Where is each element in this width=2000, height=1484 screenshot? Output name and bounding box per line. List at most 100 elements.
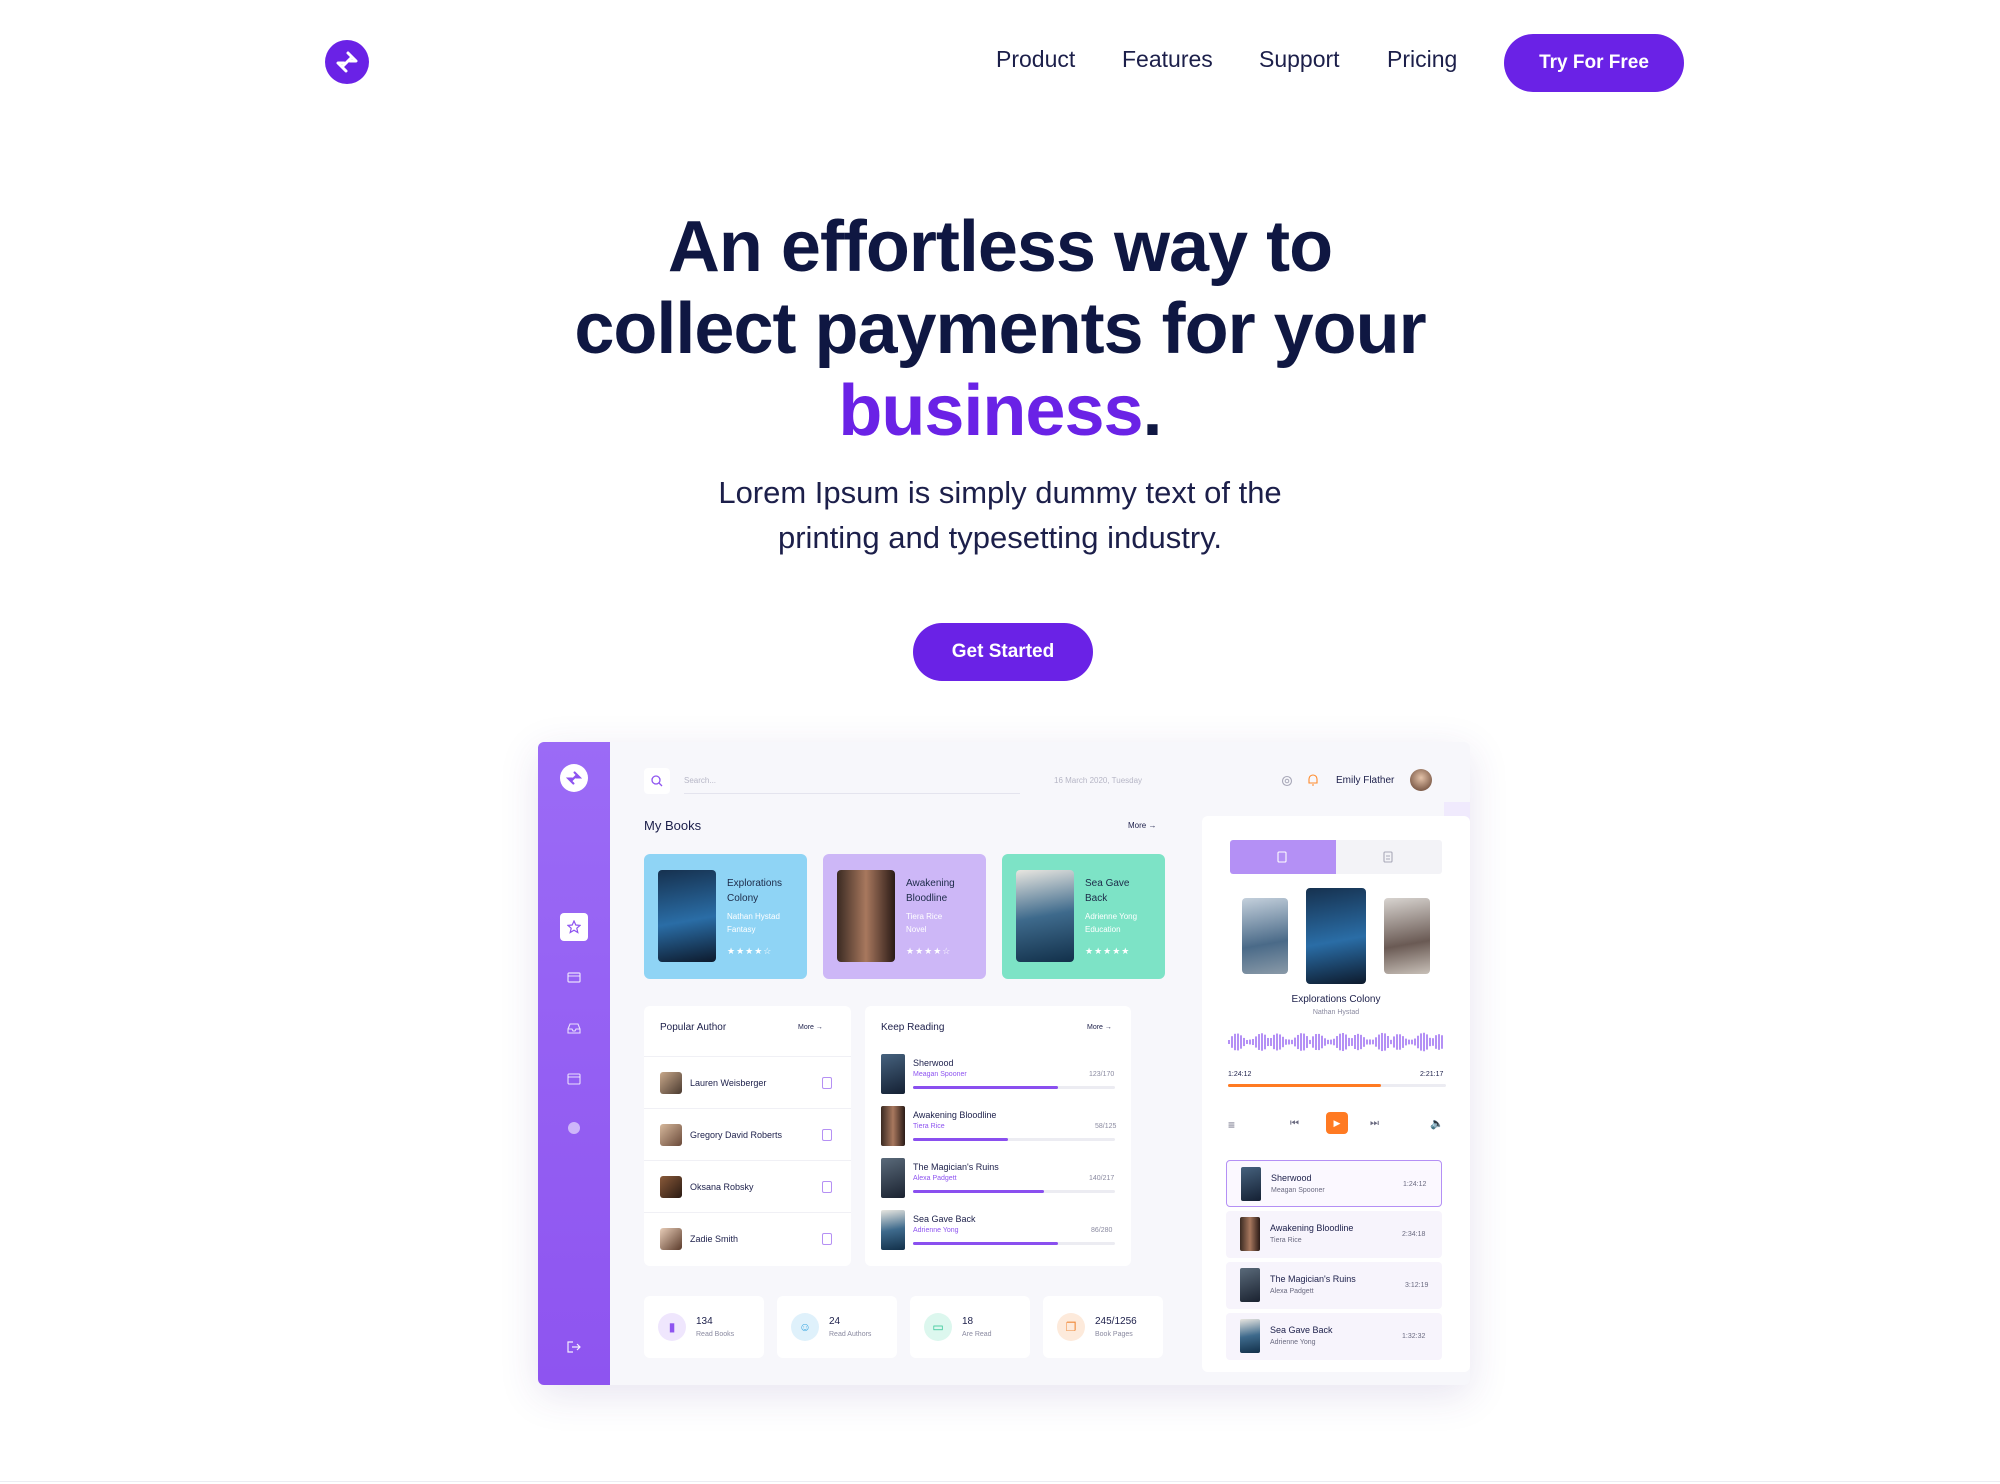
reading-title: Sherwood: [913, 1058, 954, 1068]
tab-text[interactable]: [1336, 840, 1442, 874]
copy-icon[interactable]: [822, 1129, 832, 1141]
queue-thumbnail: [1241, 1167, 1261, 1201]
book-author: Tiera Rice: [906, 912, 943, 921]
reading-author: Adrienne Yong: [913, 1227, 959, 1234]
list-item[interactable]: Lauren Weisberger: [644, 1056, 851, 1108]
logout-icon[interactable]: [560, 1333, 588, 1361]
more-label: More: [1087, 1024, 1103, 1031]
reading-author: Tiera Rice: [913, 1123, 945, 1130]
author-name: Lauren Weisberger: [690, 1078, 767, 1088]
now-playing-author: Nathan Hystad: [1312, 1009, 1360, 1016]
audio-waveform: [1228, 1032, 1443, 1052]
queue-author: Tiera Rice: [1270, 1237, 1302, 1244]
player-panel: Explorations Colony Nathan Hystad 1:24:1…: [1202, 816, 1470, 1372]
total-time: 2:21:17: [1420, 1071, 1444, 1078]
menu-icon[interactable]: ≡: [1228, 1118, 1235, 1132]
stat-value: 134: [696, 1316, 713, 1327]
star-icon[interactable]: [560, 913, 588, 941]
queue-item[interactable]: Sherwood Meagan Spooner 1:24:12: [1226, 1160, 1442, 1207]
reading-title: Awakening Bloodline: [913, 1110, 997, 1120]
circle-icon[interactable]: [560, 1114, 588, 1142]
author-avatar: [660, 1176, 682, 1198]
forward-icon[interactable]: ⏭: [1370, 1118, 1379, 1129]
reading-title: The Magician's Ruins: [913, 1162, 999, 1172]
stat-label: Are Read: [962, 1331, 992, 1338]
queue-item[interactable]: Sea Gave Back Adrienne Yong 1:32:32: [1226, 1313, 1442, 1360]
tab-audio[interactable]: [1230, 840, 1336, 874]
stat-label: Book Pages: [1095, 1331, 1133, 1338]
try-for-free-button[interactable]: Try For Free: [1504, 34, 1684, 92]
nav-product[interactable]: Product: [996, 46, 1075, 73]
more-label: More: [1128, 821, 1147, 830]
calendar-icon[interactable]: [560, 1064, 588, 1092]
bell-icon[interactable]: [1306, 773, 1320, 787]
avatar[interactable]: [1410, 769, 1432, 791]
book-card[interactable]: Awakening Bloodline Tiera Rice Novel ★★★…: [823, 854, 986, 979]
hero-headline-line1: An effortless way to: [667, 207, 1333, 287]
more-link[interactable]: More →: [1087, 1024, 1112, 1031]
search-icon[interactable]: [644, 768, 670, 794]
user-name[interactable]: Emily Flather: [1336, 775, 1394, 786]
next-book-cover[interactable]: [1384, 898, 1430, 974]
book-title-line1: Sea Gave: [1085, 878, 1130, 889]
footer-divider: [0, 1481, 2000, 1482]
queue-item[interactable]: The Magician's Ruins Alexa Padgett 3:12:…: [1226, 1262, 1442, 1309]
hero-headline-line3: business.: [0, 370, 2000, 452]
sidebar: [538, 742, 610, 1385]
inbox-icon[interactable]: [560, 1014, 588, 1042]
reading-item[interactable]: Sea Gave Back Adrienne Yong 86/280: [865, 1206, 1131, 1258]
nav-pricing[interactable]: Pricing: [1387, 46, 1457, 73]
playback-progress[interactable]: [1228, 1084, 1446, 1087]
date-label: 16 March 2020, Tuesday: [1054, 776, 1143, 785]
brand-logo[interactable]: [325, 40, 369, 84]
reading-progress: [913, 1242, 1115, 1245]
queue-item[interactable]: Awakening Bloodline Tiera Rice 2:34:18: [1226, 1211, 1442, 1258]
nav-features[interactable]: Features: [1122, 46, 1213, 73]
list-item[interactable]: Zadie Smith: [644, 1212, 851, 1264]
rewind-icon[interactable]: ⏮: [1290, 1118, 1299, 1129]
sidebar-logo-icon[interactable]: [560, 764, 588, 792]
volume-icon[interactable]: 🔈: [1430, 1117, 1444, 1130]
book-card[interactable]: Sea Gave Back Adrienne Yong Education ★★…: [1002, 854, 1165, 979]
hero-subtitle-line1: Lorem Ipsum is simply dummy text of the: [718, 475, 1282, 510]
reading-author: Alexa Padgett: [913, 1175, 957, 1182]
queue-author: Adrienne Yong: [1270, 1339, 1316, 1346]
search-input[interactable]: Search...: [684, 768, 1020, 794]
now-playing-title: Explorations Colony: [1291, 994, 1381, 1005]
book-thumbnail: [881, 1106, 905, 1146]
book-thumbnail: [881, 1158, 905, 1198]
gear-icon[interactable]: [1280, 774, 1294, 788]
page-count: 123/170: [1089, 1071, 1115, 1078]
list-item[interactable]: Gregory David Roberts: [644, 1108, 851, 1160]
get-started-button[interactable]: Get Started: [913, 623, 1093, 681]
queue-thumbnail: [1240, 1217, 1260, 1251]
prev-book-cover[interactable]: [1242, 898, 1288, 974]
my-books-more-link[interactable]: More →: [1128, 821, 1156, 830]
stat-read-books: ▮ 134 Read Books: [644, 1296, 764, 1358]
panel-title: Keep Reading: [881, 1022, 945, 1033]
my-books-title: My Books: [644, 818, 702, 833]
list-item[interactable]: Oksana Robsky: [644, 1160, 851, 1212]
stat-label: Read Authors: [829, 1331, 872, 1338]
play-pause-icon[interactable]: ▶: [1326, 1112, 1348, 1134]
current-book-cover[interactable]: [1306, 888, 1366, 984]
card-icon[interactable]: [560, 964, 588, 992]
reading-item[interactable]: Sherwood Meagan Spooner 123/170: [865, 1050, 1131, 1102]
copy-icon[interactable]: [822, 1077, 832, 1089]
book-title-line2: Back: [1085, 893, 1108, 904]
stat-value: 24: [829, 1316, 841, 1327]
queue-duration: 1:32:32: [1402, 1333, 1426, 1340]
reading-item[interactable]: The Magician's Ruins Alexa Padgett 140/2…: [865, 1154, 1131, 1206]
hero-subtitle-line2: printing and typesetting industry.: [777, 520, 1223, 555]
book-card[interactable]: Explorations Colony Nathan Hystad Fantas…: [644, 854, 807, 979]
stat-read-authors: ☺ 24 Read Authors: [777, 1296, 897, 1358]
copy-icon[interactable]: [822, 1233, 832, 1245]
reading-item[interactable]: Awakening Bloodline Tiera Rice 58/125: [865, 1102, 1131, 1154]
more-link[interactable]: More →: [798, 1024, 823, 1031]
star-rating: ★★★★☆: [727, 946, 773, 956]
nav-support[interactable]: Support: [1259, 46, 1340, 73]
book-title-line1: Explorations: [727, 878, 783, 889]
book-thumbnail: [881, 1210, 905, 1250]
copy-icon[interactable]: [822, 1181, 832, 1193]
reading-progress: [913, 1086, 1115, 1089]
